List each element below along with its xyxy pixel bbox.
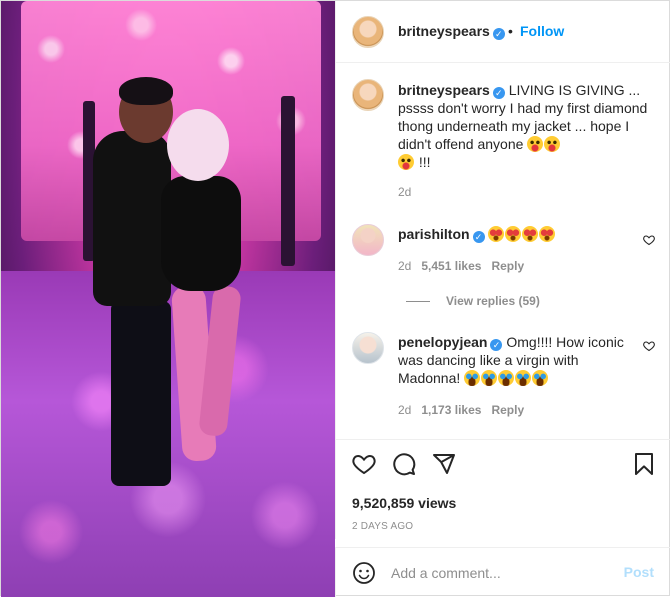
comment-likes[interactable]: 1,173 likes	[421, 403, 481, 417]
send-plane-icon[interactable]	[432, 452, 456, 476]
man-figure-hair	[119, 77, 173, 105]
post-comment-button[interactable]: Post	[624, 564, 654, 580]
author-avatar[interactable]	[352, 16, 384, 48]
verified-badge-icon: ✓	[492, 28, 505, 40]
heart-icon[interactable]	[352, 452, 376, 476]
man-figure-body	[93, 131, 171, 306]
comment-age[interactable]: 2d	[398, 259, 411, 273]
post-video[interactable]	[1, 1, 335, 597]
star-struck-icon	[539, 226, 556, 242]
reply-button[interactable]: Reply	[491, 403, 524, 417]
view-replies-button[interactable]: View replies (59)	[406, 294, 540, 308]
header-separator: •	[508, 23, 513, 39]
verified-badge-icon: ✓	[472, 231, 485, 243]
comment-input[interactable]	[391, 562, 611, 584]
caption-trailing: !!!	[418, 154, 431, 170]
instagram-post: britneyspears ✓ • Follow britneyspears ✓ L…	[0, 0, 670, 597]
replies-divider	[406, 301, 430, 303]
comments-section: britneyspears ✓ LIVING IS GIVING ... psss…	[335, 63, 670, 439]
caption-username[interactable]: britneyspears	[398, 82, 490, 98]
face-with-tongue-icon	[527, 136, 544, 152]
loudly-crying-icon	[515, 370, 532, 386]
heart-icon[interactable]	[643, 234, 655, 246]
comment-avatar-parishilton[interactable]	[352, 224, 384, 256]
post-actions: 9,520,859 views 2 DAYS AGO	[335, 439, 670, 539]
loudly-crying-icon	[532, 370, 549, 386]
loudly-crying-icon	[464, 370, 481, 386]
follow-button[interactable]: Follow	[520, 23, 564, 39]
comment-username[interactable]: parishilton	[398, 226, 470, 242]
star-struck-icon	[522, 226, 539, 242]
face-with-tongue-icon	[544, 136, 561, 152]
comment-age[interactable]: 2d	[398, 403, 411, 417]
loudly-crying-icon	[481, 370, 498, 386]
caption-avatar[interactable]	[352, 79, 384, 111]
add-comment-bar: Post	[335, 547, 670, 597]
woman-figure-body	[161, 176, 241, 291]
heart-icon[interactable]	[643, 340, 655, 352]
caption-age[interactable]: 2d	[398, 185, 411, 199]
view-count[interactable]: 9,520,859 views	[352, 495, 456, 511]
comment-text-block: parishilton ✓	[398, 225, 638, 243]
comment-likes[interactable]: 5,451 likes	[421, 259, 481, 273]
man-figure-legs	[111, 301, 171, 486]
comment-meta: 2d 1,173 likes Reply	[398, 403, 524, 417]
author-name-wrap: britneyspears ✓	[398, 23, 505, 40]
comment-bubble-icon[interactable]	[392, 452, 416, 476]
loudly-crying-icon	[498, 370, 515, 386]
woman-figure-head	[167, 109, 229, 181]
smiley-icon[interactable]	[352, 561, 376, 585]
verified-badge-icon: ✓	[490, 339, 503, 351]
speaker-right	[281, 96, 295, 266]
verified-badge-icon: ✓	[492, 87, 505, 99]
view-replies-label: View replies (59)	[446, 294, 540, 308]
comment-avatar-penelopyjean[interactable]	[352, 332, 384, 364]
comment-text-block: penelopyjean ✓ Omg!!!! How iconic was dan…	[398, 333, 638, 387]
post-header: britneyspears ✓ • Follow	[335, 1, 670, 63]
caption-text-block: britneyspears ✓ LIVING IS GIVING ... psss…	[398, 81, 648, 171]
post-timestamp[interactable]: 2 DAYS AGO	[352, 521, 413, 532]
comment-username[interactable]: penelopyjean	[398, 334, 487, 350]
reply-button[interactable]: Reply	[491, 259, 524, 273]
star-struck-icon	[505, 226, 522, 242]
star-struck-icon	[488, 226, 505, 242]
comment-meta: 2d 5,451 likes Reply	[398, 259, 524, 273]
bookmark-icon[interactable]	[632, 452, 656, 476]
author-username[interactable]: britneyspears	[398, 23, 490, 39]
face-with-tongue-icon	[398, 154, 414, 170]
